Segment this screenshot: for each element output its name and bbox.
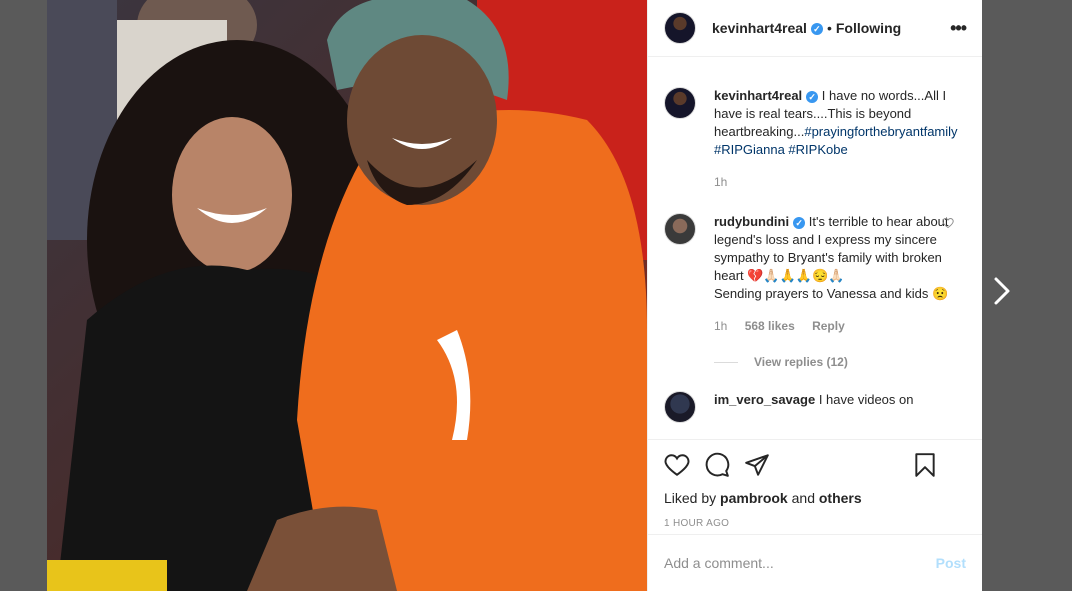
add-comment-input[interactable] <box>664 555 936 571</box>
comment-username[interactable]: im_vero_savage <box>714 392 815 407</box>
post-comment-button[interactable]: Post <box>936 555 966 571</box>
following-button[interactable]: Following <box>836 20 901 36</box>
more-options-icon[interactable]: ••• <box>950 18 967 39</box>
comment-bubble-icon[interactable] <box>704 452 730 478</box>
like-heart-icon[interactable] <box>664 452 690 478</box>
verified-badge-icon: ✓ <box>793 216 806 229</box>
author-avatar[interactable] <box>664 12 696 44</box>
liked-by-prefix: Liked by <box>664 490 717 506</box>
caption-username[interactable]: kevinhart4real <box>714 88 802 103</box>
separator-dot: • <box>826 20 832 36</box>
next-post-chevron-icon[interactable] <box>990 276 1014 306</box>
add-comment-bar: Post <box>648 534 982 591</box>
comment-like-heart-icon[interactable] <box>942 217 954 229</box>
commenter-avatar[interactable] <box>664 391 696 423</box>
post-timestamp[interactable]: 1 HOUR AGO <box>664 518 966 529</box>
view-replies-button[interactable]: View replies (12) <box>714 355 966 369</box>
caption-body: kevinhart4real ✓ I have no words...All I … <box>714 87 958 191</box>
comment-likes[interactable]: 568 likes <box>745 319 795 333</box>
post-header: kevinhart4real ✓ • Following ••• <box>648 0 982 57</box>
comment-body: rudybundini ✓ It's terrible to hear about… <box>714 213 954 335</box>
comments-list[interactable]: kevinhart4real ✓ I have no words...All I … <box>648 57 982 439</box>
view-replies-label[interactable]: View replies (12) <box>754 355 848 369</box>
comment-username[interactable]: rudybundini <box>714 214 789 229</box>
action-icons <box>664 440 966 490</box>
comment-text-line2: Sending prayers to Vanessa and kids 😟 <box>714 286 949 301</box>
comment-item: im_vero_savage I have videos on <box>664 391 966 423</box>
bookmark-save-icon[interactable] <box>912 452 938 478</box>
comment-reply-button[interactable]: Reply <box>812 319 845 333</box>
verified-badge-icon: ✓ <box>810 23 823 36</box>
liked-by-and: and <box>791 490 815 506</box>
post-detail-panel: kevinhart4real ✓ • Following ••• kevinhar… <box>647 0 982 591</box>
caption: kevinhart4real ✓ I have no words...All I … <box>664 87 966 191</box>
post-photo[interactable] <box>47 0 647 591</box>
comment-body: im_vero_savage I have videos on <box>714 391 954 423</box>
comment-meta: 1h 568 likes Reply <box>714 317 954 335</box>
caption-meta: 1h <box>714 173 954 191</box>
caption-time[interactable]: 1h <box>714 175 727 189</box>
comment-item: rudybundini ✓ It's terrible to hear about… <box>664 213 966 335</box>
comment-time[interactable]: 1h <box>714 319 727 333</box>
liked-by-others[interactable]: others <box>819 490 862 506</box>
verified-badge-icon: ✓ <box>806 90 819 103</box>
post-actions: Liked by pambrook and others 1 HOUR AGO <box>648 439 982 539</box>
post-image <box>47 0 647 591</box>
author-username[interactable]: kevinhart4real ✓ <box>712 20 823 36</box>
commenter-avatar[interactable] <box>664 213 696 245</box>
author-username-text[interactable]: kevinhart4real <box>712 20 807 36</box>
liked-by-user[interactable]: pambrook <box>720 490 788 506</box>
liked-by: Liked by pambrook and others <box>664 490 966 506</box>
caption-avatar[interactable] <box>664 87 696 119</box>
view-replies-line <box>714 361 738 363</box>
share-send-icon[interactable] <box>744 452 770 478</box>
comment-text: I have videos on <box>818 392 914 407</box>
